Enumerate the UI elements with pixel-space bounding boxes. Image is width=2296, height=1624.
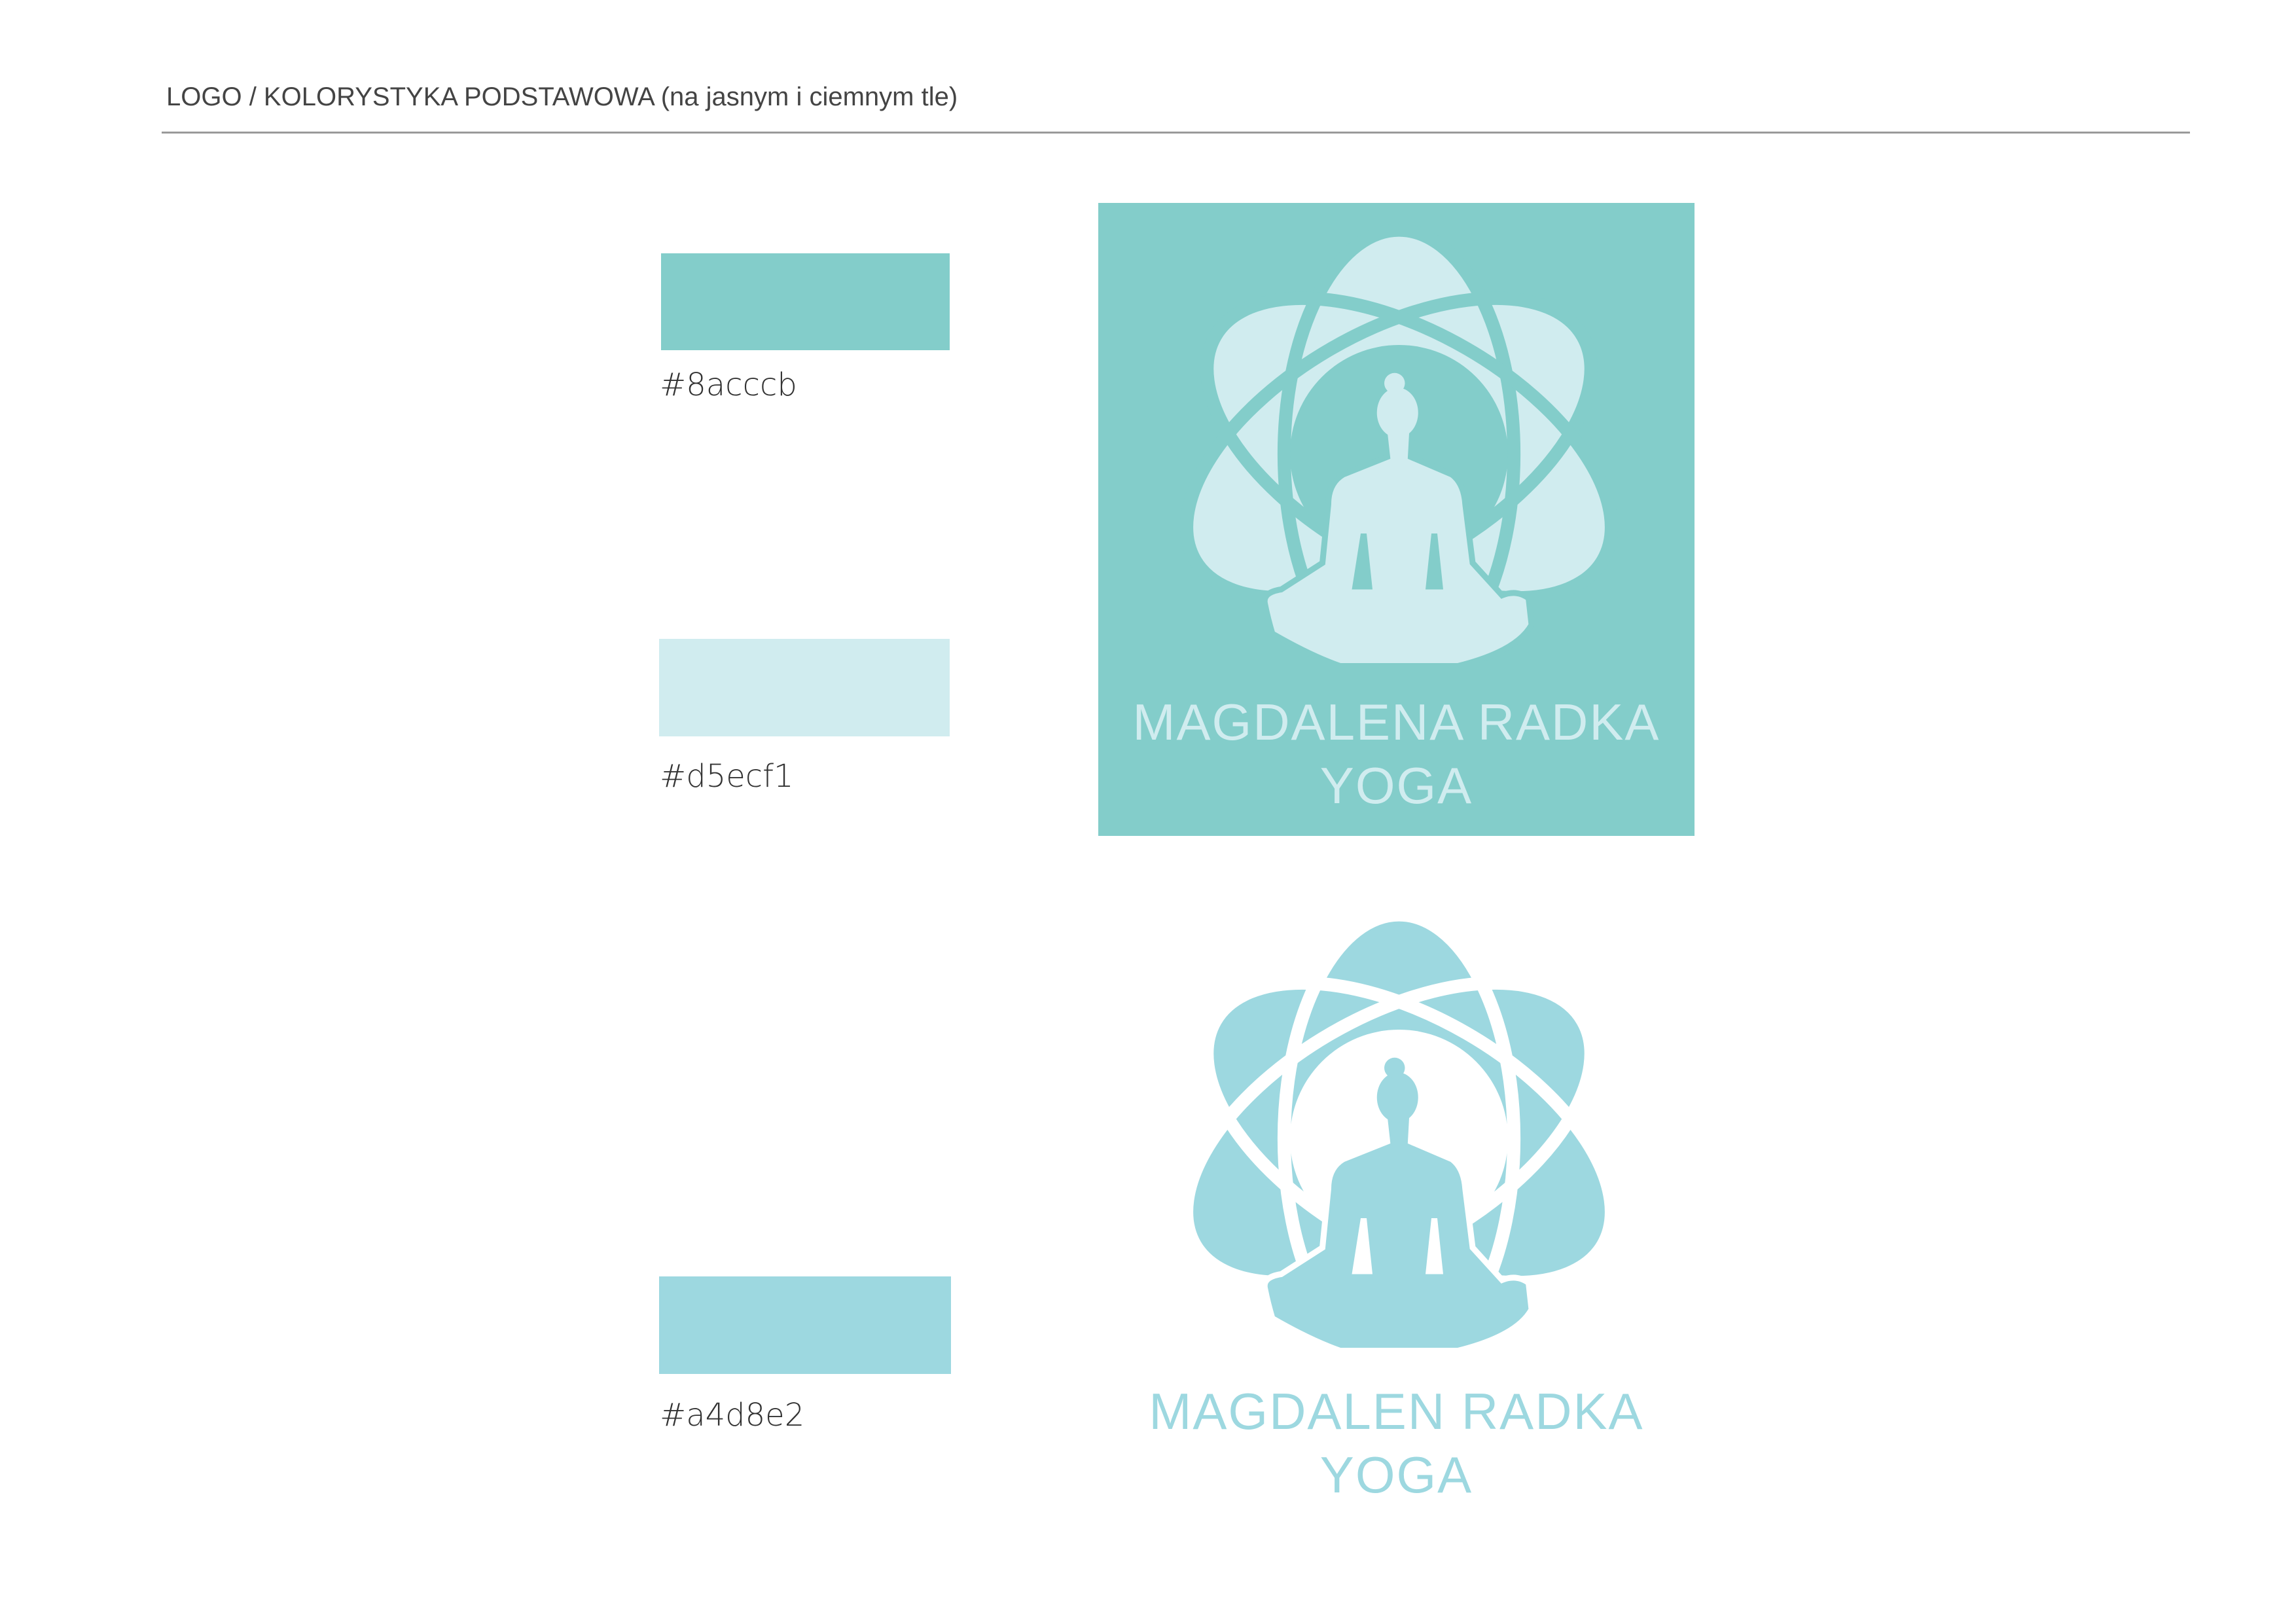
header-divider <box>162 132 2190 134</box>
lotus-yoga-logo-icon <box>1179 908 1619 1348</box>
lotus-yoga-logo-icon <box>1179 223 1619 663</box>
swatch-label-light: #d5ecf1 <box>660 758 794 795</box>
page-title: LOGO / KOLORYSTYKA PODSTAWOWA (na jasnym… <box>166 82 958 111</box>
color-swatch-primary <box>661 253 950 350</box>
swatch-label-primary: #8acccb <box>660 367 797 403</box>
logo-light-yoga: YOGA <box>1319 1446 1473 1504</box>
color-swatch-light <box>659 639 950 736</box>
logo-dark-yoga: YOGA <box>1319 757 1473 814</box>
logo-dark-name: MAGDALENA RADKA <box>1132 693 1660 751</box>
swatch-label-blue: #a4d8e2 <box>660 1397 805 1434</box>
color-swatch-blue <box>659 1276 951 1374</box>
logo-light-name: MAGDALEN RADKA <box>1149 1382 1644 1440</box>
